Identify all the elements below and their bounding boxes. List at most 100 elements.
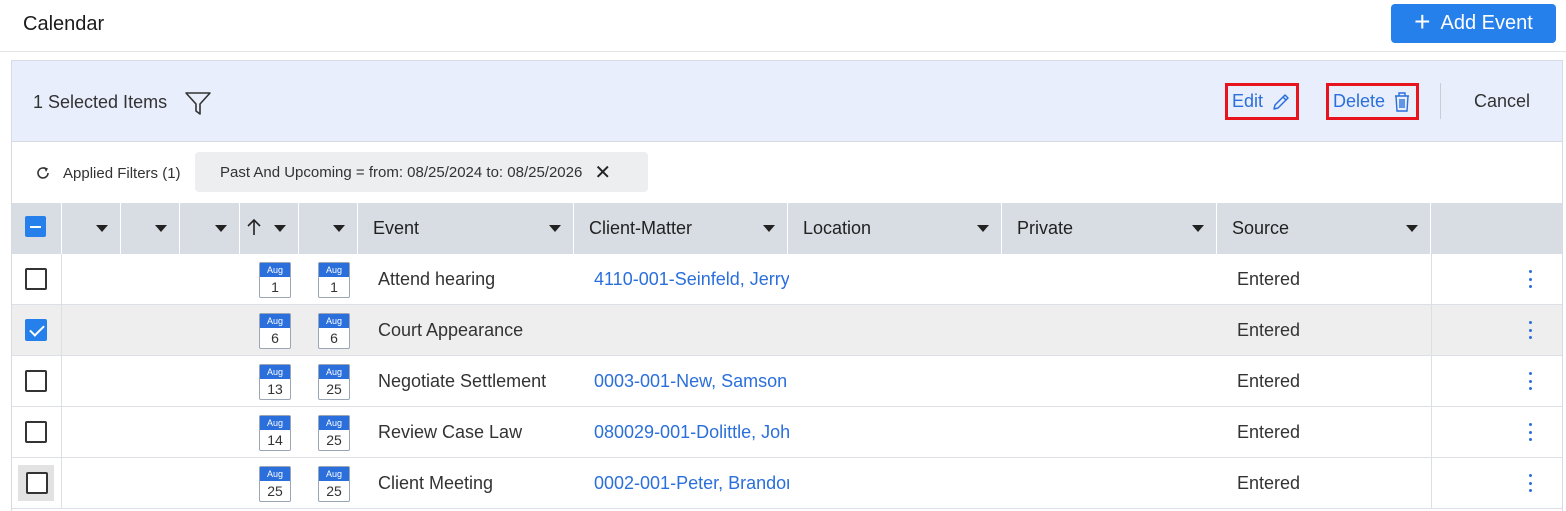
trash-icon bbox=[1395, 91, 1410, 112]
header-actions bbox=[1431, 203, 1562, 254]
start-date-badge: Aug 6 bbox=[259, 313, 291, 349]
end-month: Aug bbox=[319, 416, 349, 430]
chevron-down-icon[interactable] bbox=[1192, 225, 1204, 232]
start-date-badge: Aug 25 bbox=[259, 466, 291, 502]
end-day: 6 bbox=[330, 330, 338, 346]
client-matter-link[interactable]: 0003-001-New, Samson bbox=[594, 371, 789, 392]
sort-ascending-icon[interactable] bbox=[246, 217, 262, 237]
start-month: Aug bbox=[260, 314, 290, 328]
end-date-badge: Aug 25 bbox=[318, 364, 350, 400]
cancel-button[interactable]: Cancel bbox=[1474, 91, 1530, 112]
header-location[interactable]: Location bbox=[788, 203, 1002, 254]
chevron-down-icon[interactable] bbox=[1406, 225, 1418, 232]
plus-icon: + bbox=[1414, 6, 1431, 37]
header-client-matter-label: Client-Matter bbox=[589, 218, 693, 238]
start-month: Aug bbox=[260, 467, 290, 481]
table-row[interactable]: Aug 13 Aug 25 Negotiate Settlement 0003-… bbox=[12, 356, 1562, 407]
row-divider bbox=[1431, 407, 1432, 457]
header-event-label: Event bbox=[373, 218, 420, 238]
header-select-cell bbox=[12, 203, 62, 254]
chevron-down-icon[interactable] bbox=[155, 225, 167, 232]
row-checkbox[interactable] bbox=[25, 370, 47, 392]
table-header: Event Client-Matter Location Private Sou… bbox=[12, 203, 1562, 254]
row-checkbox[interactable] bbox=[25, 421, 47, 443]
row-checkbox[interactable] bbox=[25, 268, 47, 290]
header-location-label: Location bbox=[803, 218, 872, 238]
header-source-label: Source bbox=[1232, 218, 1290, 238]
more-options-icon[interactable] bbox=[1522, 318, 1538, 342]
start-month: Aug bbox=[260, 416, 290, 430]
row-divider bbox=[61, 356, 62, 406]
calendar-grid-panel: 1 Selected Items Edit Delete Cancel Appl… bbox=[11, 60, 1563, 511]
start-day: 1 bbox=[271, 279, 279, 295]
applied-filters-label: Applied Filters (1) bbox=[63, 165, 181, 182]
source-value: Entered bbox=[1237, 269, 1301, 289]
end-day: 25 bbox=[326, 432, 342, 448]
start-date-badge: Aug 13 bbox=[259, 364, 291, 400]
filter-chip[interactable]: Past And Upcoming = from: 08/25/2024 to:… bbox=[195, 152, 648, 192]
start-day: 25 bbox=[267, 483, 283, 499]
table-row[interactable]: Aug 6 Aug 6 Court Appearance Entered bbox=[12, 305, 1562, 356]
action-divider bbox=[1440, 83, 1441, 119]
event-name: Court Appearance bbox=[378, 320, 524, 340]
filter-chip-text: Past And Upcoming = from: 08/25/2024 to:… bbox=[220, 163, 583, 181]
row-divider bbox=[1431, 356, 1432, 406]
more-options-icon[interactable] bbox=[1522, 267, 1538, 291]
client-matter-link[interactable]: 0002-001-Peter, Brandon bbox=[594, 473, 789, 494]
start-day: 6 bbox=[271, 330, 279, 346]
header-source[interactable]: Source bbox=[1217, 203, 1431, 254]
select-all-checkbox[interactable] bbox=[25, 216, 46, 237]
end-date-badge: Aug 25 bbox=[318, 415, 350, 451]
source-value: Entered bbox=[1237, 473, 1301, 493]
row-divider bbox=[1431, 305, 1432, 355]
header-private[interactable]: Private bbox=[1002, 203, 1217, 254]
end-month: Aug bbox=[319, 263, 349, 277]
chevron-down-icon[interactable] bbox=[96, 225, 108, 232]
table-row[interactable]: Aug 14 Aug 25 Review Case Law 080029-001… bbox=[12, 407, 1562, 458]
refresh-icon[interactable] bbox=[35, 165, 51, 181]
header-client-matter[interactable]: Client-Matter bbox=[574, 203, 788, 254]
more-options-icon[interactable] bbox=[1522, 420, 1538, 444]
end-day: 25 bbox=[326, 381, 342, 397]
chevron-down-icon[interactable] bbox=[763, 225, 775, 232]
row-checkbox[interactable] bbox=[26, 472, 48, 494]
header-col-1 bbox=[62, 203, 121, 254]
filter-icon[interactable] bbox=[184, 89, 212, 117]
start-month: Aug bbox=[260, 365, 290, 379]
filter-bar: Applied Filters (1) Past And Upcoming = … bbox=[12, 143, 1562, 203]
source-value: Entered bbox=[1237, 320, 1301, 340]
event-name: Negotiate Settlement bbox=[378, 371, 547, 391]
row-checkbox[interactable] bbox=[25, 319, 47, 341]
delete-button[interactable]: Delete bbox=[1326, 83, 1419, 120]
row-divider bbox=[61, 407, 62, 457]
end-day: 1 bbox=[330, 279, 338, 295]
table-row[interactable]: Aug 25 Aug 25 Client Meeting 0002-001-Pe… bbox=[12, 458, 1562, 509]
table-row[interactable]: Aug 1 Aug 1 Attend hearing 4110-001-Sein… bbox=[12, 254, 1562, 305]
event-name: Client Meeting bbox=[378, 473, 494, 493]
start-date-badge: Aug 1 bbox=[259, 262, 291, 298]
row-divider bbox=[1431, 458, 1432, 508]
event-name: Attend hearing bbox=[378, 269, 496, 289]
end-month: Aug bbox=[319, 314, 349, 328]
row-divider bbox=[61, 305, 62, 355]
event-name: Review Case Law bbox=[378, 422, 523, 442]
add-event-button[interactable]: + Add Event bbox=[1391, 4, 1556, 43]
chevron-down-icon[interactable] bbox=[333, 225, 345, 232]
end-date-badge: Aug 25 bbox=[318, 466, 350, 502]
client-matter-link[interactable]: 4110-001-Seinfeld, Jerry bbox=[594, 269, 789, 290]
close-icon[interactable]: ✕ bbox=[594, 160, 611, 185]
add-event-label: Add Event bbox=[1440, 12, 1533, 34]
chevron-down-icon[interactable] bbox=[274, 225, 286, 232]
chevron-down-icon[interactable] bbox=[549, 225, 561, 232]
page-title: Calendar bbox=[23, 13, 105, 35]
more-options-icon[interactable] bbox=[1522, 471, 1538, 495]
header-event[interactable]: Event bbox=[358, 203, 574, 254]
edit-button[interactable]: Edit bbox=[1225, 83, 1299, 120]
selection-bar: 1 Selected Items Edit Delete Cancel bbox=[12, 61, 1562, 142]
chevron-down-icon[interactable] bbox=[977, 225, 989, 232]
client-matter-link[interactable]: 080029-001-Dolittle, John bbox=[594, 422, 789, 443]
end-date-badge: Aug 1 bbox=[318, 262, 350, 298]
chevron-down-icon[interactable] bbox=[215, 225, 227, 232]
more-options-icon[interactable] bbox=[1522, 369, 1538, 393]
row-divider bbox=[1431, 254, 1432, 304]
